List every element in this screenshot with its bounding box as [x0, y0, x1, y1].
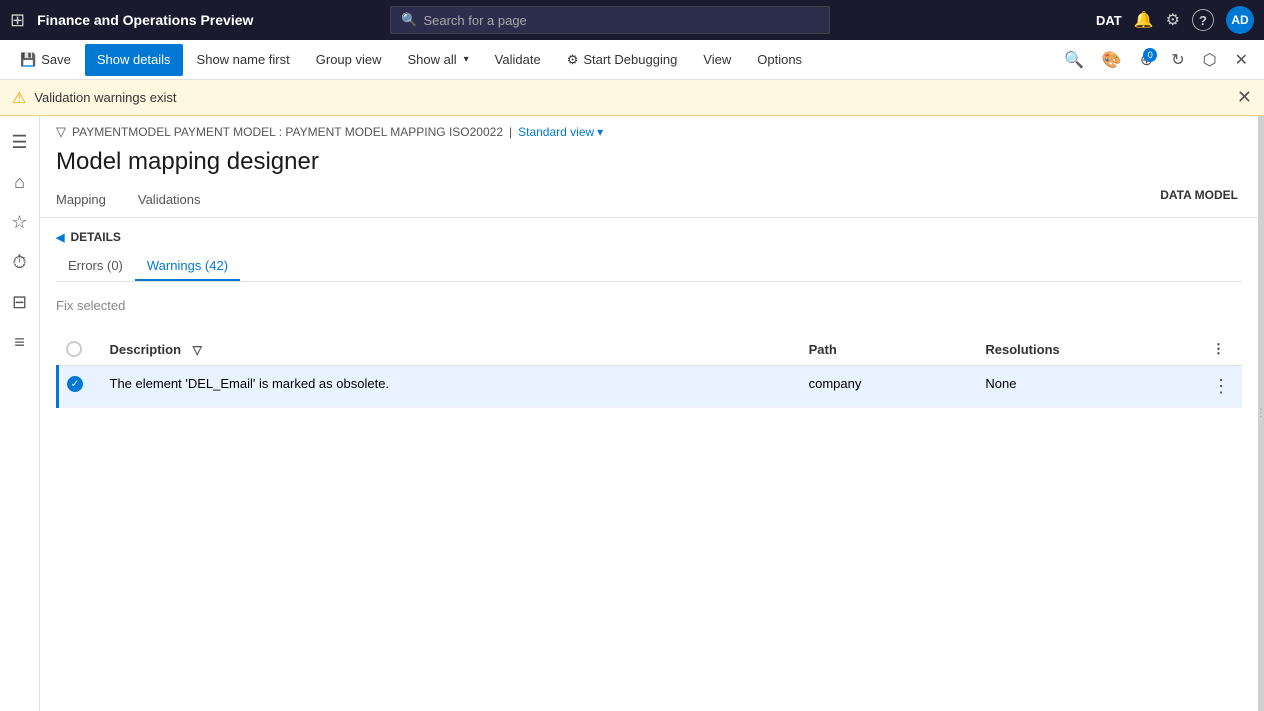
start-debugging-button[interactable]: ⚙ Start Debugging: [555, 44, 690, 76]
show-name-first-button[interactable]: Show name first: [185, 44, 302, 76]
standard-view-dropdown[interactable]: Standard view ▾: [518, 125, 603, 139]
warning-close-button[interactable]: ✕: [1237, 87, 1252, 108]
details-collapse-icon: ◀: [56, 231, 64, 244]
breadcrumb-separator: |: [509, 125, 512, 139]
sub-tab-warnings[interactable]: Warnings (42): [135, 252, 240, 281]
search-icon: 🔍: [401, 12, 417, 28]
diff-button[interactable]: ⊕ 0: [1132, 44, 1161, 76]
col-header-checkbox: [58, 333, 98, 366]
grid-icon[interactable]: ⊞: [10, 10, 25, 31]
view-dropdown-icon: ▾: [597, 125, 603, 139]
show-all-dropdown-icon: ▾: [464, 54, 469, 65]
sidebar: ☰ ⌂ ☆ ⏱ ⊟ ≡: [0, 116, 40, 711]
sidebar-item-favorites[interactable]: ☆: [2, 204, 38, 240]
row-resolutions: None: [973, 366, 1200, 408]
sidebar-item-recent[interactable]: ⏱: [2, 244, 38, 280]
debug-icon: ⚙: [567, 52, 579, 68]
sidebar-item-all[interactable]: ≡: [2, 324, 38, 360]
row-description: The element 'DEL_Email' is marked as obs…: [98, 366, 797, 408]
sidebar-item-home[interactable]: ⌂: [2, 164, 38, 200]
panel-resizer[interactable]: ⋮: [1258, 116, 1264, 711]
col-header-more: ⋮: [1200, 333, 1242, 366]
top-navigation: ⊞ Finance and Operations Preview 🔍 Searc…: [0, 0, 1264, 40]
page-title: Model mapping designer: [40, 144, 1258, 184]
content-area: ▽ PAYMENTMODEL PAYMENT MODEL : PAYMENT M…: [40, 116, 1258, 711]
fix-selected-button[interactable]: Fix selected: [56, 294, 125, 317]
fix-selected-container: Fix selected: [56, 290, 1242, 333]
row-checkbox-cell[interactable]: ✓: [58, 366, 98, 408]
env-badge: DAT: [1096, 13, 1122, 28]
filter-icon: ▽: [56, 124, 66, 140]
search-toolbar-button[interactable]: 🔍: [1056, 44, 1092, 76]
col-header-resolutions: Resolutions: [973, 333, 1200, 366]
warning-icon: ⚠: [12, 88, 26, 108]
details-title: DETAILS: [70, 230, 120, 244]
content-body: ◀ DETAILS Errors (0) Warnings (42) Fix s…: [40, 218, 1258, 711]
nav-right: DAT 🔔 ⚙ ? AD: [1096, 6, 1254, 34]
app-title: Finance and Operations Preview: [37, 12, 253, 28]
resizer-handle: ⋮: [1256, 408, 1264, 419]
row-path: company: [797, 366, 974, 408]
warnings-table: Description ▽ Path Resolutions ⋮: [56, 333, 1242, 408]
view-button[interactable]: View: [691, 44, 743, 76]
save-icon: 💾: [20, 52, 36, 68]
options-button[interactable]: Options: [745, 44, 814, 76]
bell-icon[interactable]: 🔔: [1134, 10, 1154, 30]
main-layout: ☰ ⌂ ☆ ⏱ ⊟ ≡ ▽ PAYMENTMODEL PAYMENT MODEL…: [0, 116, 1264, 711]
main-tabs: Mapping Validations: [40, 184, 1258, 218]
search-placeholder: Search for a page: [423, 13, 526, 28]
group-view-button[interactable]: Group view: [304, 44, 394, 76]
validate-button[interactable]: Validate: [483, 44, 553, 76]
row-more-button[interactable]: ⋮: [1200, 366, 1242, 408]
sub-tab-errors[interactable]: Errors (0): [56, 252, 135, 281]
description-filter-icon[interactable]: ▽: [193, 343, 202, 357]
help-icon[interactable]: ?: [1192, 9, 1214, 31]
tab-validations[interactable]: Validations: [138, 184, 217, 217]
data-model-label: DATA MODEL: [1160, 188, 1238, 202]
sidebar-item-menu[interactable]: ☰: [2, 124, 38, 160]
gear-icon[interactable]: ⚙: [1166, 10, 1180, 30]
show-all-button[interactable]: Show all ▾: [396, 44, 481, 76]
warning-message: Validation warnings exist: [34, 90, 176, 105]
breadcrumb: ▽ PAYMENTMODEL PAYMENT MODEL : PAYMENT M…: [40, 116, 1258, 144]
select-all-checkbox[interactable]: [66, 341, 82, 357]
search-bar[interactable]: 🔍 Search for a page: [390, 6, 830, 34]
maximize-button[interactable]: ⬡: [1195, 44, 1225, 76]
details-section: ◀ DETAILS Errors (0) Warnings (42) Fix s…: [40, 218, 1258, 408]
col-header-path: Path: [797, 333, 974, 366]
tab-mapping[interactable]: Mapping: [56, 184, 122, 217]
refresh-button[interactable]: ↻: [1163, 44, 1192, 76]
save-button[interactable]: 💾 Save: [8, 44, 83, 76]
toolbar-right: 🔍 🎨 ⊕ 0 ↻ ⬡ ✕: [1056, 44, 1256, 76]
table-row[interactable]: ✓ The element 'DEL_Email' is marked as o…: [58, 366, 1243, 408]
close-button[interactable]: ✕: [1227, 44, 1256, 76]
show-details-button[interactable]: Show details: [85, 44, 183, 76]
breadcrumb-path: PAYMENTMODEL PAYMENT MODEL : PAYMENT MOD…: [72, 125, 503, 139]
warning-banner: ⚠ Validation warnings exist ✕: [0, 80, 1264, 116]
col-header-description: Description ▽: [98, 333, 797, 366]
palette-button[interactable]: 🎨: [1094, 44, 1130, 76]
row-checkbox[interactable]: ✓: [67, 376, 83, 392]
badge: 0: [1143, 48, 1157, 62]
toolbar: 💾 Save Show details Show name first Grou…: [0, 40, 1264, 80]
tabs-row: Mapping Validations DATA MODEL: [40, 184, 1258, 218]
details-header[interactable]: ◀ DETAILS: [56, 230, 1242, 244]
sub-tabs: Errors (0) Warnings (42): [56, 252, 1242, 282]
avatar[interactable]: AD: [1226, 6, 1254, 34]
sidebar-item-workspaces[interactable]: ⊟: [2, 284, 38, 320]
